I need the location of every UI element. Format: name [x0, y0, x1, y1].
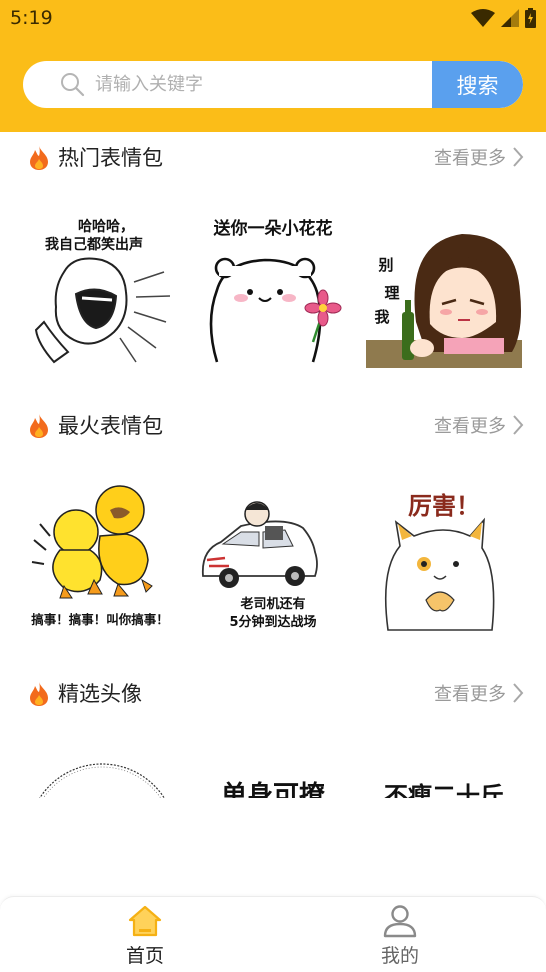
- avatar-single-text[interactable]: 单身可撩: [195, 748, 351, 798]
- section-featured-avatars: 精选头像 查看更多 单身可撩 不瘦二十斤: [0, 672, 546, 802]
- sticker-caption: 理: [384, 284, 399, 302]
- sticker-caption: 别: [377, 256, 393, 274]
- sticker-caption: 厉害！: [408, 491, 480, 520]
- nav-home[interactable]: 首页: [85, 897, 205, 972]
- view-more-link[interactable]: 查看更多: [434, 680, 524, 706]
- wifi-icon: [471, 9, 495, 27]
- sticker-ducks[interactable]: 搞事！搞事！叫你搞事！: [24, 480, 180, 636]
- sticker-caption: 老司机还有: [239, 596, 305, 612]
- section-title: 最火表情包: [58, 414, 163, 438]
- sticker-laughing[interactable]: 哈哈哈， 我自己都笑出声: [24, 212, 180, 368]
- signal-icon: [501, 9, 519, 27]
- sticker-caption: 5分钟到达战场: [229, 614, 316, 630]
- search-bar: 搜索: [23, 61, 523, 108]
- sticker-car[interactable]: 老司机还有 5分钟到达战场: [195, 480, 351, 636]
- nav-mine-label: 我的: [380, 945, 419, 967]
- status-time: 5:19: [10, 7, 53, 29]
- view-more-link[interactable]: 查看更多: [434, 144, 524, 170]
- section-popular-stickers: 最火表情包 查看更多 搞事！搞事！叫你搞事！ 老司机还有 5分钟到达战场 厉害！: [0, 404, 546, 644]
- search-button[interactable]: 搜索: [432, 61, 523, 108]
- fire-icon: [30, 414, 48, 438]
- sticker-caption: 搞事！搞事！叫你搞事！: [31, 612, 169, 627]
- sticker-bear-flower[interactable]: 送你一朵小花花: [195, 212, 351, 368]
- nav-home-label: 首页: [125, 945, 164, 967]
- sticker-caption: 我: [374, 308, 389, 326]
- avatar-caption: 单身可撩: [221, 780, 325, 798]
- avatar-circle[interactable]: [24, 748, 180, 798]
- bottom-nav: 首页 我的: [0, 896, 546, 972]
- avatar-caption: 不瘦二十斤: [384, 782, 504, 798]
- view-more-label: 查看更多: [434, 416, 506, 437]
- status-icons: [471, 8, 536, 28]
- header-bar: 5:19 搜索: [0, 0, 546, 132]
- search-input[interactable]: [95, 61, 425, 108]
- sticker-caption: 我自己都笑出声: [45, 236, 143, 253]
- home-icon: [128, 905, 162, 937]
- fire-icon: [30, 682, 48, 706]
- search-icon: [61, 73, 85, 97]
- chevron-right-icon: [513, 683, 524, 703]
- avatar-slim-text[interactable]: 不瘦二十斤: [366, 748, 522, 798]
- sticker-caption: 送你一朵小花花: [214, 218, 333, 239]
- section-hot-stickers: 热门表情包 查看更多 哈哈哈， 我自己都笑出声 送你一朵小花花 别 理 我: [0, 136, 546, 376]
- view-more-label: 查看更多: [434, 684, 506, 705]
- section-title: 热门表情包: [58, 146, 163, 170]
- view-more-label: 查看更多: [434, 148, 506, 169]
- chevron-right-icon: [513, 147, 524, 167]
- sticker-girl-bottle[interactable]: 别 理 我: [366, 212, 522, 368]
- sticker-cat[interactable]: 厉害！: [366, 480, 522, 636]
- fire-icon: [30, 146, 48, 170]
- sticker-caption: 哈哈哈，: [78, 218, 134, 235]
- nav-mine[interactable]: 我的: [340, 897, 460, 972]
- chevron-right-icon: [513, 415, 524, 435]
- view-more-link[interactable]: 查看更多: [434, 412, 524, 438]
- battery-icon: [525, 8, 536, 28]
- section-title: 精选头像: [58, 682, 142, 706]
- person-icon: [383, 905, 417, 938]
